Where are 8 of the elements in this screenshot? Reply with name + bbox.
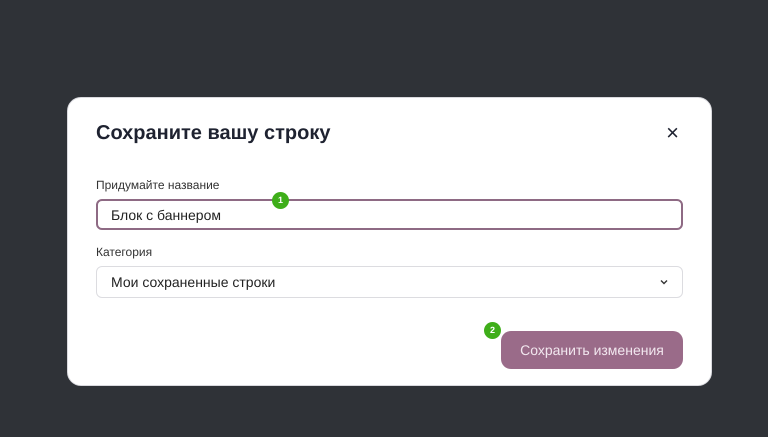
name-label: Придумайте название (96, 177, 220, 193)
step-marker: 2 (484, 322, 501, 339)
dialog-title: Сохраните вашу строку (96, 121, 330, 146)
step-marker: 1 (272, 192, 289, 209)
category-select[interactable]: Мои сохраненные строки (96, 266, 683, 298)
close-button[interactable]: × (666, 122, 679, 144)
chevron-down-icon (660, 279, 668, 285)
category-label: Категория (96, 244, 154, 260)
